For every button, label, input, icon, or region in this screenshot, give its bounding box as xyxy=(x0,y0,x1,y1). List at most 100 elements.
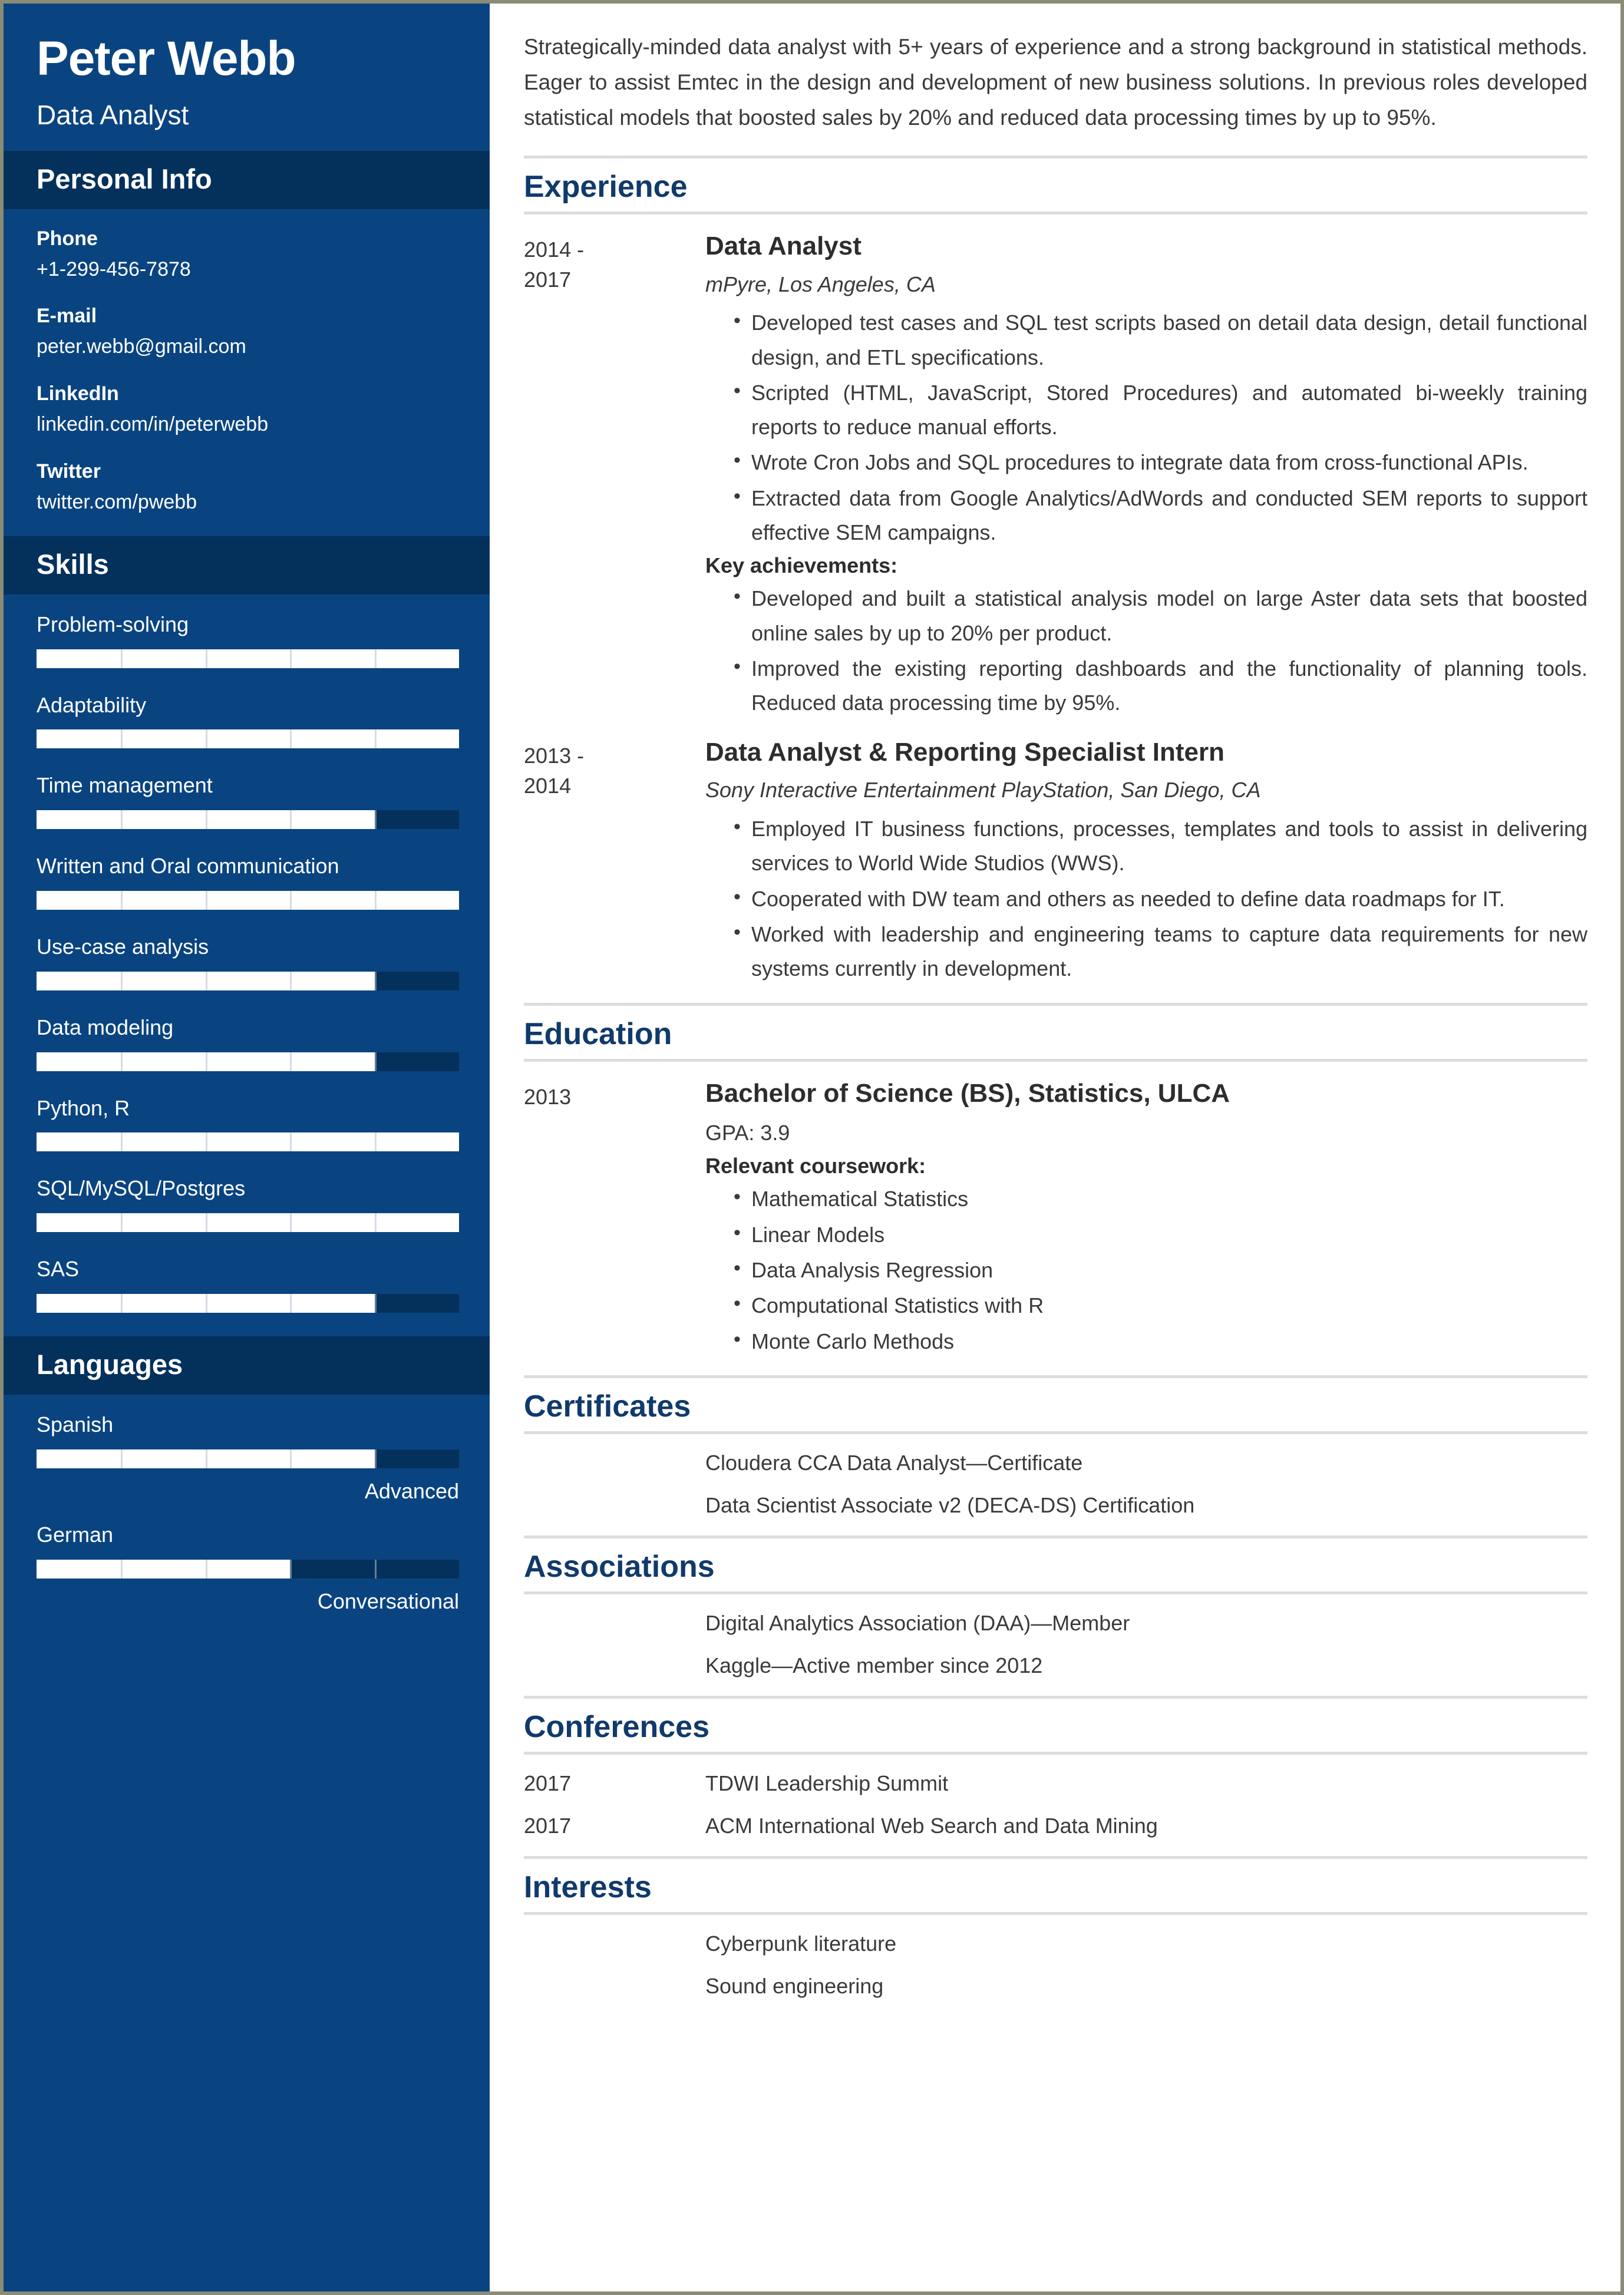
experience-entry: 2013 - 2014 Data Analyst & Reporting Spec… xyxy=(524,737,1587,988)
rating-bar xyxy=(37,810,459,830)
contact-item: E-mail peter.webb@gmail.com xyxy=(37,303,457,361)
sidebar-heading-personal-info: Personal Info xyxy=(4,150,490,209)
association-row: Digital Analytics Association (DAA)—Memb… xyxy=(524,1611,1587,1636)
bar-segment-divider xyxy=(205,1213,207,1233)
skill-label: Python, R xyxy=(37,1095,130,1120)
divider xyxy=(524,155,1587,158)
row-text: Data Scientist Associate v2 (DECA-DS) Ce… xyxy=(705,1492,1195,1517)
rating-bar-fill xyxy=(37,729,459,749)
rating-bar xyxy=(37,1132,459,1152)
coursework-bullet: Monte Carlo Methods xyxy=(734,1323,1587,1359)
interest-row: Cyberpunk literature xyxy=(524,1931,1587,1956)
bar-segment-divider xyxy=(205,810,207,830)
education-entry: 2013 Bachelor of Science (BS), Statistic… xyxy=(524,1078,1587,1360)
certificates-list: Cloudera CCA Data Analyst—Certificate Dat… xyxy=(524,1451,1587,1518)
section-experience: Experience 2014 - 2017 Data Analyst mPyre,… xyxy=(524,155,1587,988)
bar-segment-divider xyxy=(121,971,123,990)
divider xyxy=(524,1751,1587,1755)
bar-segment-divider xyxy=(205,1052,207,1071)
contact-value[interactable]: linkedin.com/in/peterwebb xyxy=(37,411,457,438)
education-coursework-heading: Relevant coursework: xyxy=(705,1154,926,1178)
experience-bullet: Employed IT business functions, processe… xyxy=(734,811,1587,881)
skill-item: Time management xyxy=(37,772,459,830)
row-date xyxy=(524,1611,705,1636)
professional-summary: Strategically-minded data analyst with 5… xyxy=(524,35,1587,130)
candidate-name: Peter Webb xyxy=(37,32,296,85)
bar-segment-divider xyxy=(121,649,123,668)
rating-bar xyxy=(37,971,459,990)
bar-segment-divider xyxy=(205,890,207,910)
rating-bar-fill xyxy=(37,1132,459,1152)
language-item: German Conversational xyxy=(37,1521,459,1614)
skill-label: Written and Oral communication xyxy=(37,854,339,879)
bar-segment-divider xyxy=(205,729,207,749)
name-block: Peter Webb Data Analyst xyxy=(4,4,490,151)
bar-segment-divider xyxy=(290,971,292,990)
experience-bullet: Developed test cases and SQL test script… xyxy=(734,305,1587,375)
rating-bar xyxy=(37,649,459,668)
language-level: Advanced xyxy=(364,1478,459,1503)
rating-bar-fill xyxy=(37,649,459,668)
bar-segment-divider xyxy=(290,729,292,749)
language-label: German xyxy=(37,1522,114,1547)
interest-row: Sound engineering xyxy=(524,1974,1587,1999)
section-education: Education 2013 Bachelor of Science (BS),… xyxy=(524,1002,1587,1360)
coursework-bullet: Computational Statistics with R xyxy=(734,1287,1587,1323)
contact-value[interactable]: peter.webb@gmail.com xyxy=(37,333,457,361)
skill-item: Written and Oral communication xyxy=(37,853,459,910)
divider xyxy=(524,1002,1587,1006)
contact-label: Twitter xyxy=(37,460,101,483)
bar-segment-divider xyxy=(374,1559,377,1579)
row-text: Kaggle—Active member since 2012 xyxy=(705,1653,1043,1678)
divider xyxy=(524,1695,1587,1699)
skills-list: Problem-solving Adaptability Time manageme… xyxy=(4,595,490,1313)
education-coursework-list: Mathematical StatisticsLinear ModelsData… xyxy=(705,1181,1587,1359)
contact-label: LinkedIn xyxy=(37,382,119,405)
bar-segment-divider xyxy=(290,1132,292,1152)
row-date xyxy=(524,1931,705,1956)
conference-date: 2017 xyxy=(524,1771,572,1795)
rating-bar-fill xyxy=(37,890,459,910)
contact-value[interactable]: twitter.com/pwebb xyxy=(37,489,457,516)
contact-item: Twitter twitter.com/pwebb xyxy=(37,458,457,516)
experience-bullets: Developed test cases and SQL test script… xyxy=(705,305,1587,550)
sidebar: Peter Webb Data Analyst Personal Info Ph… xyxy=(4,4,490,2291)
contact-value[interactable]: +1-299-456-7878 xyxy=(37,256,457,283)
section-title-associations: Associations xyxy=(524,1549,715,1584)
education-gpa: GPA: 3.9 xyxy=(705,1121,790,1145)
experience-bullet: Scripted (HTML, JavaScript, Stored Proce… xyxy=(734,375,1587,445)
language-item: Spanish Advanced xyxy=(37,1411,459,1504)
section-associations: Associations Digital Analytics Associati… xyxy=(524,1535,1587,1678)
divider xyxy=(524,1375,1587,1378)
divider xyxy=(524,1591,1587,1594)
experience-date: 2013 - 2014 xyxy=(524,743,585,798)
bar-segment-divider xyxy=(121,1559,123,1579)
row-text: Digital Analytics Association (DAA)—Memb… xyxy=(705,1610,1130,1635)
contact-item: LinkedIn linkedin.com/in/peterwebb xyxy=(37,381,457,438)
section-title-education: Education xyxy=(524,1016,672,1051)
conference-row: 2017 ACM International Web Search and Dat… xyxy=(524,1814,1587,1838)
bar-segment-divider xyxy=(205,649,207,668)
candidate-title: Data Analyst xyxy=(37,99,189,130)
bar-segment-divider xyxy=(374,729,377,749)
education-date: 2013 xyxy=(524,1084,572,1109)
rating-bar xyxy=(37,890,459,910)
experience-entry: 2014 - 2017 Data Analyst mPyre, Los Angele… xyxy=(524,231,1587,722)
bar-segment-divider xyxy=(205,1559,207,1579)
skill-label: SQL/MySQL/Postgres xyxy=(37,1176,246,1201)
achievement-bullet: Developed and built a statistical analys… xyxy=(734,580,1587,650)
language-level: Conversational xyxy=(317,1589,459,1613)
experience-entries: 2014 - 2017 Data Analyst mPyre, Los Angele… xyxy=(524,231,1587,988)
rating-bar xyxy=(37,1559,459,1579)
skill-label: Adaptability xyxy=(37,692,147,717)
skill-label: SAS xyxy=(37,1257,80,1282)
bar-segment-divider xyxy=(290,810,292,830)
divider xyxy=(524,211,1587,214)
conference-name: ACM International Web Search and Data Mi… xyxy=(705,1813,1158,1838)
interests-list: Cyberpunk literature Sound engineering xyxy=(524,1931,1587,1999)
section-interests: Interests Cyberpunk literature Sound engi… xyxy=(524,1855,1587,1999)
divider xyxy=(524,1431,1587,1434)
contact-label: E-mail xyxy=(37,305,97,328)
bar-segment-divider xyxy=(121,1052,123,1071)
bar-segment-divider xyxy=(374,1293,377,1313)
